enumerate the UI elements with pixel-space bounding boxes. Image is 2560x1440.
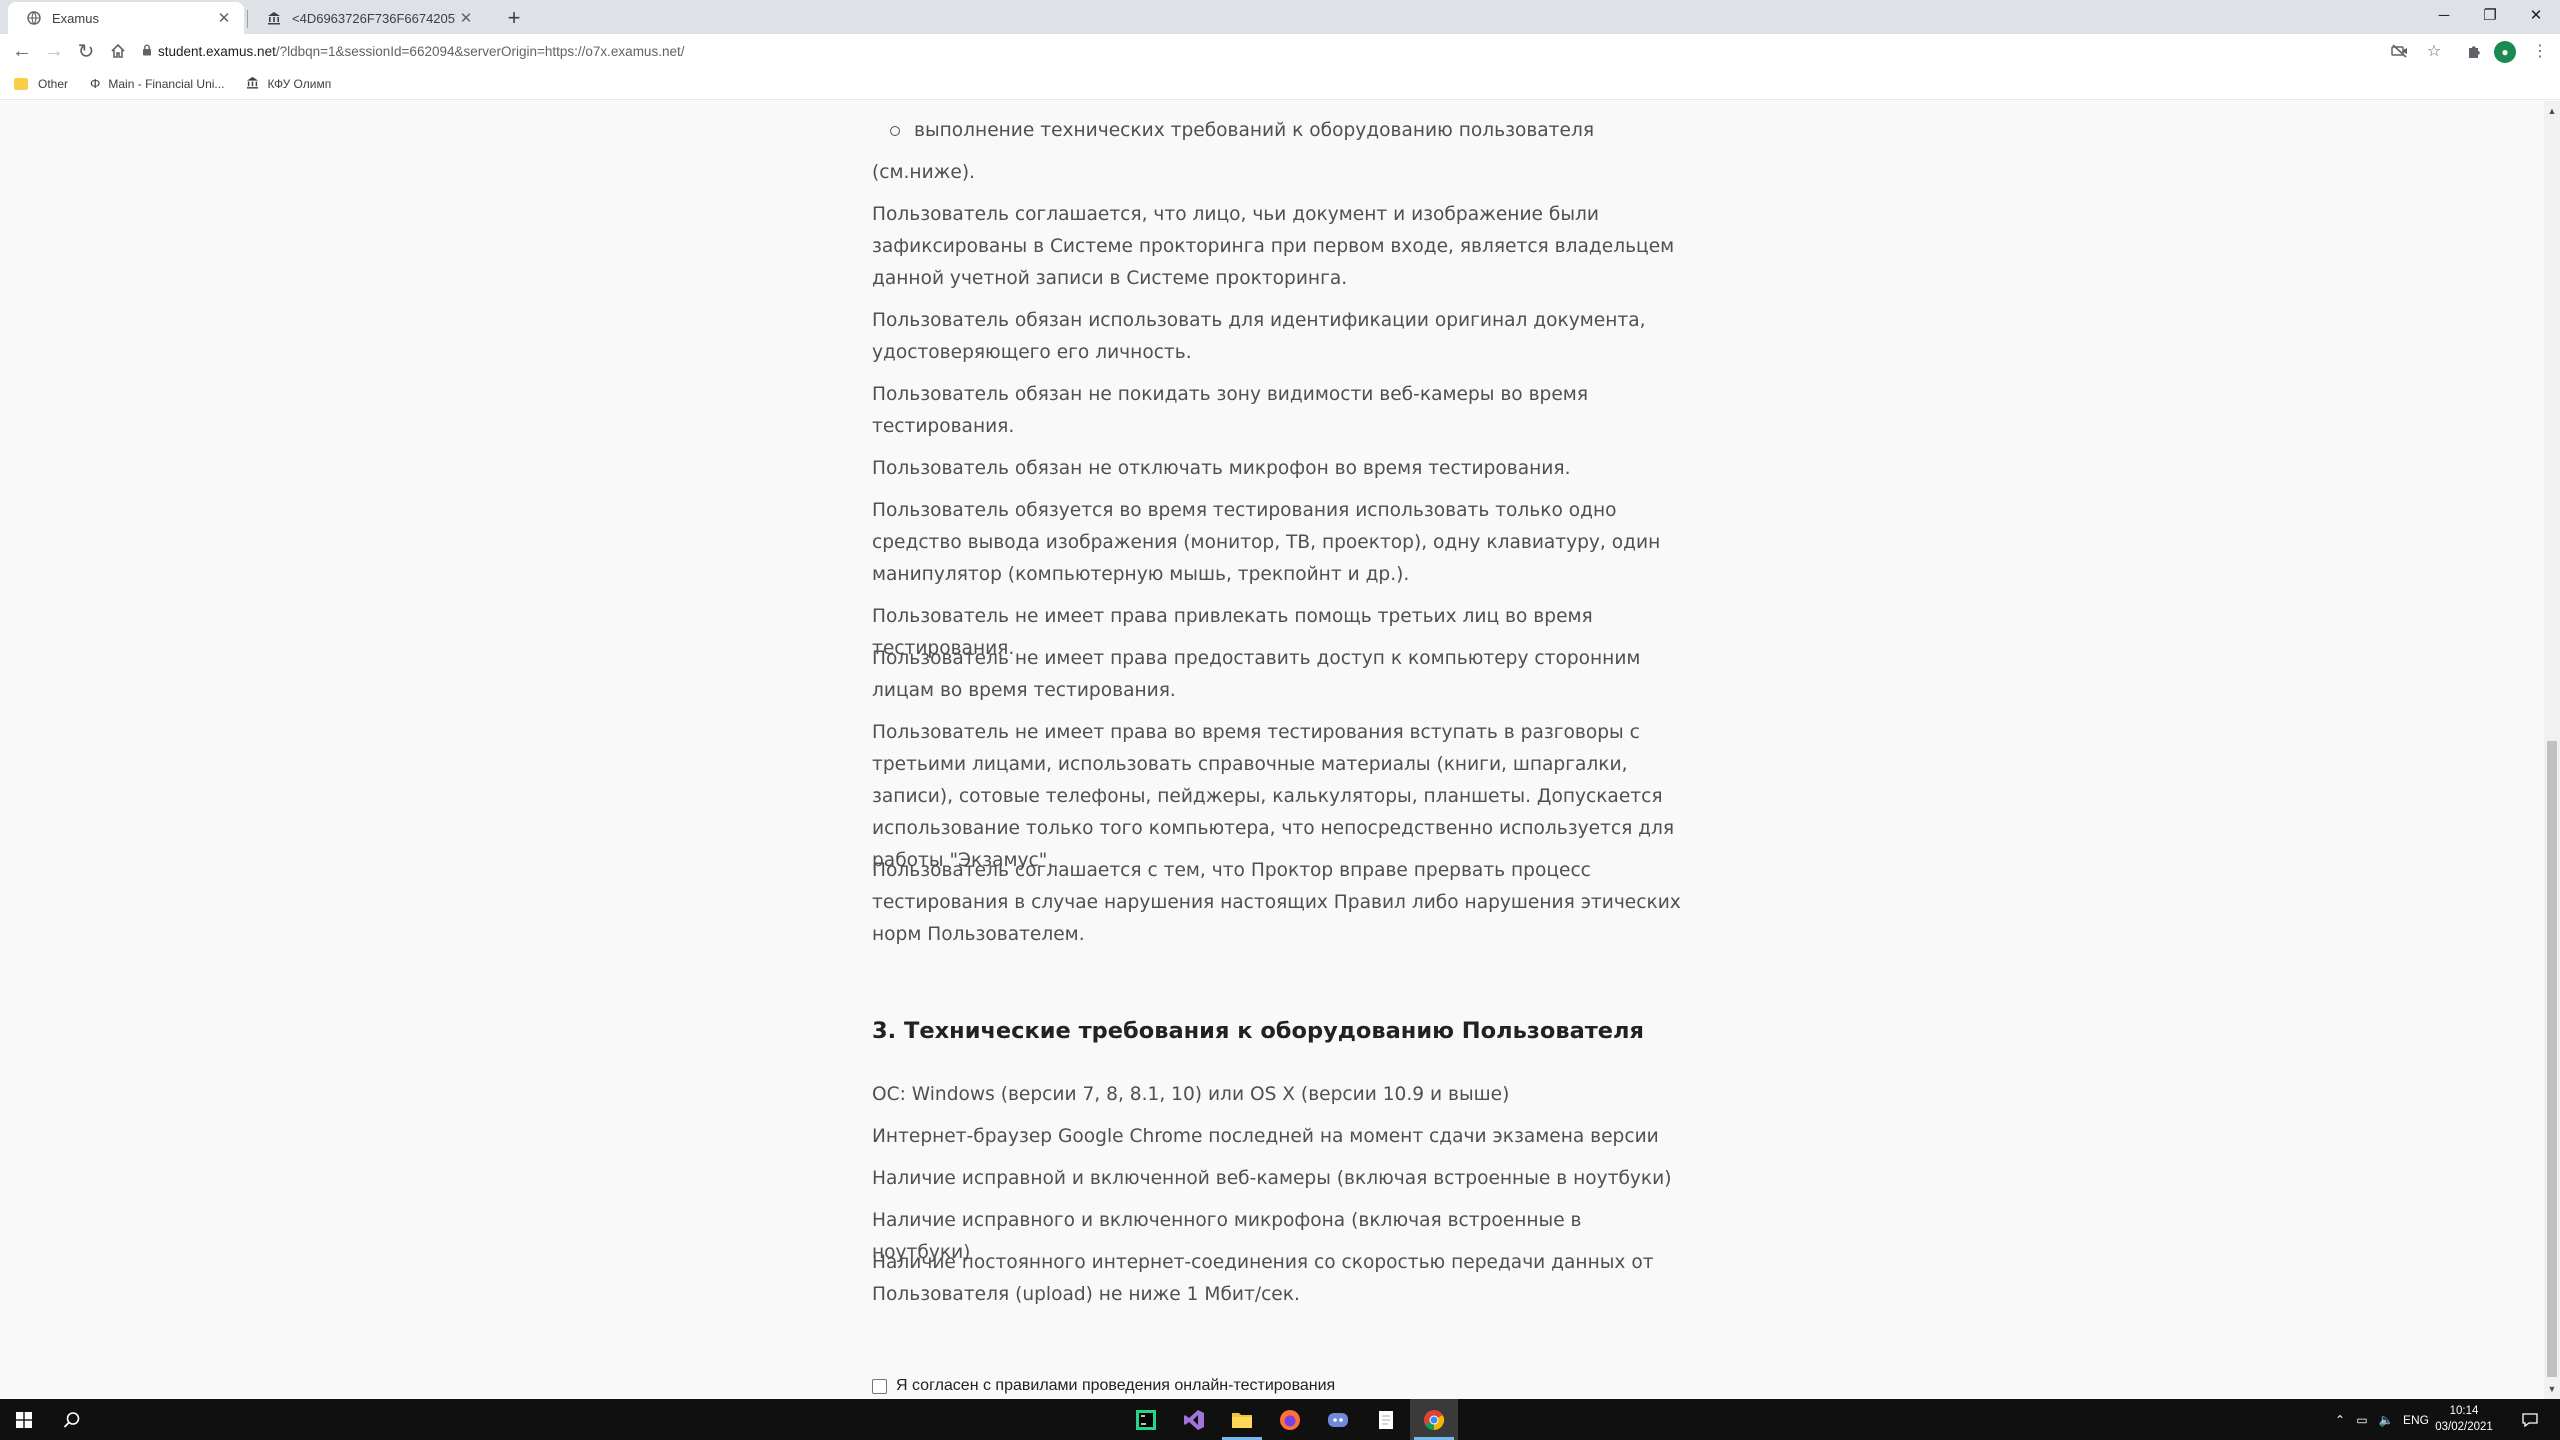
bookmark-kfu-olimp[interactable]: КФУ Олимп bbox=[246, 76, 331, 92]
globe-icon bbox=[26, 10, 42, 26]
rules-paragraph: Пользователь не имеет права во время тес… bbox=[872, 722, 1675, 871]
discord-icon[interactable] bbox=[1314, 1399, 1362, 1440]
system-tray: ⌃ ▭ 🔈 ENG bbox=[2330, 1399, 2434, 1440]
visual-studio-icon[interactable] bbox=[1170, 1399, 1218, 1440]
page-scrollbar[interactable]: ▲ ▼ bbox=[2544, 101, 2560, 1399]
notepad-icon[interactable] bbox=[1362, 1399, 1410, 1440]
chevron-up-icon[interactable]: ⌃ bbox=[2330, 1413, 2350, 1427]
clock-date: 03/02/2021 bbox=[2435, 1421, 2493, 1433]
rules-paragraph: (см.ниже). bbox=[872, 162, 976, 183]
windows-start-icon[interactable] bbox=[0, 1399, 48, 1440]
extensions-puzzle-icon[interactable] bbox=[2462, 39, 2486, 63]
clock-time: 10:14 bbox=[2449, 1405, 2479, 1417]
tab-title: <4D6963726F736F667420576F7... bbox=[292, 10, 456, 26]
close-window-icon[interactable]: ✕ bbox=[2513, 0, 2559, 30]
rules-paragraph: Пользователь не имеет права предоставить… bbox=[872, 648, 1641, 701]
tab-hex[interactable]: <4D6963726F736F667420576F7... ✕ bbox=[248, 2, 486, 34]
network-icon[interactable]: ▭ bbox=[2350, 1413, 2374, 1427]
reload-icon[interactable]: ↻ bbox=[72, 37, 100, 65]
agree-label: Я согласен с правилами проведения онлайн… bbox=[896, 1377, 1336, 1394]
tab-title: Examus bbox=[52, 10, 99, 26]
notification-center-icon[interactable] bbox=[2506, 1399, 2554, 1440]
bookmarks-bar: Other Φ Main - Financial Uni... КФУ Олим… bbox=[0, 68, 2560, 100]
list-item: выполнение технических требований к обор… bbox=[890, 115, 1594, 147]
forward-arrow-icon[interactable]: → bbox=[40, 37, 68, 65]
bookmark-label: Other bbox=[38, 76, 69, 91]
url-host: student.examus.net bbox=[158, 43, 276, 59]
volume-icon[interactable]: 🔈 bbox=[2374, 1413, 2398, 1427]
rules-paragraph: Пользователь обязан использовать для иде… bbox=[872, 310, 1646, 363]
tab-strip: Examus ✕ <4D6963726F736F667420576F7... ✕… bbox=[0, 0, 2560, 34]
camera-blocked-icon[interactable] bbox=[2388, 39, 2412, 63]
close-tab-icon[interactable]: ✕ bbox=[456, 8, 476, 28]
scrollbar-thumb[interactable] bbox=[2547, 741, 2557, 1377]
search-icon[interactable] bbox=[48, 1399, 96, 1440]
rules-paragraph: Пользователь соглашается с тем, что Прок… bbox=[872, 860, 1681, 945]
requirement-item: Наличие постоянного интернет-соединения … bbox=[872, 1252, 1654, 1305]
back-arrow-icon[interactable]: ← bbox=[8, 37, 36, 65]
scroll-down-arrow-icon[interactable]: ▼ bbox=[2544, 1381, 2560, 1397]
bullet-circle-icon bbox=[890, 126, 900, 136]
file-explorer-icon[interactable] bbox=[1218, 1399, 1266, 1440]
pycharm-icon[interactable] bbox=[1122, 1399, 1170, 1440]
address-bar[interactable]: student.examus.net/?ldbqn=1&sessionId=66… bbox=[136, 37, 2440, 65]
minimize-icon[interactable]: ─ bbox=[2421, 0, 2467, 30]
bookmark-main-financial[interactable]: Φ Main - Financial Uni... bbox=[90, 76, 224, 91]
new-tab-button[interactable]: + bbox=[500, 4, 528, 32]
rules-paragraph: Пользователь соглашается, что лицо, чьи … bbox=[872, 204, 1675, 289]
page-viewport: выполнение технических требований к обор… bbox=[0, 101, 2544, 1399]
rules-paragraph: Пользователь обязуется во время тестиров… bbox=[872, 500, 1661, 585]
requirement-item: ОС: Windows (версии 7, 8, 8.1, 10) или O… bbox=[872, 1084, 1510, 1105]
bookmark-label: Main - Financial Uni... bbox=[108, 76, 225, 91]
restore-icon[interactable]: ❐ bbox=[2467, 0, 2513, 30]
close-tab-icon[interactable]: ✕ bbox=[214, 8, 234, 28]
star-icon[interactable]: ☆ bbox=[2422, 39, 2446, 63]
menu-kebab-icon[interactable]: ⋮ bbox=[2528, 39, 2552, 63]
section-heading: 3. Технические требования к оборудованию… bbox=[872, 1018, 1644, 1044]
tab-examus[interactable]: Examus ✕ bbox=[8, 2, 244, 34]
list-item-text: выполнение технических требований к обор… bbox=[914, 120, 1595, 141]
rules-paragraph: Пользователь обязан не отключать микрофо… bbox=[872, 458, 1571, 479]
chrome-icon[interactable] bbox=[1410, 1399, 1458, 1440]
requirement-item: Интернет-браузер Google Chrome последней… bbox=[872, 1126, 1659, 1147]
bank-icon bbox=[266, 10, 282, 26]
bookmark-label: КФУ Олимп bbox=[267, 76, 332, 91]
requirement-item: Наличие исправной и включенной веб-камер… bbox=[872, 1168, 1672, 1189]
bookmark-other[interactable]: Other bbox=[14, 77, 68, 91]
agree-checkbox-row[interactable]: Я согласен с правилами проведения онлайн… bbox=[872, 1377, 1335, 1395]
profile-avatar-icon[interactable]: ● bbox=[2494, 41, 2516, 63]
browser-toolbar: ← → ↻ student.examus.net/?ldbqn=1&sessio… bbox=[0, 34, 2560, 68]
folder-icon bbox=[14, 77, 28, 90]
rules-paragraph: Пользователь обязан не покидать зону вид… bbox=[872, 384, 1589, 437]
scroll-up-arrow-icon[interactable]: ▲ bbox=[2544, 103, 2560, 119]
lock-icon bbox=[136, 44, 158, 59]
url-path: /?ldbqn=1&sessionId=662094&serverOrigin=… bbox=[275, 43, 685, 59]
home-icon[interactable] bbox=[104, 37, 132, 65]
taskbar-clock[interactable]: 10:14 03/02/2021 bbox=[2426, 1403, 2502, 1435]
phi-icon: Φ bbox=[90, 76, 101, 91]
windows-taskbar: ⌃ ▭ 🔈 ENG 10:14 03/02/2021 bbox=[0, 1399, 2560, 1440]
bank-icon bbox=[246, 76, 259, 92]
firefox-icon[interactable] bbox=[1266, 1399, 1314, 1440]
agree-checkbox[interactable] bbox=[872, 1378, 887, 1394]
